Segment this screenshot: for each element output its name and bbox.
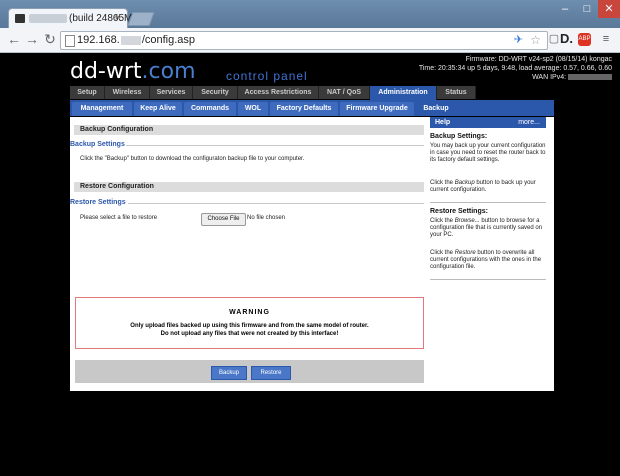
tab-title: (build 24865M [69, 13, 133, 24]
uptime: Time: 20:35:34 up 5 days, 9:48, load ave… [418, 65, 612, 72]
url-path: /config.asp [141, 34, 196, 46]
warning-title: WARNING [229, 309, 270, 316]
content-area: Backup Configuration Backup Settings Cli… [70, 117, 554, 391]
url-text: 192.168. /config.asp [77, 32, 195, 49]
address-bar[interactable]: 192.168. /config.asp ✈ ☆ [60, 31, 548, 50]
firmware-info: Firmware: DD-WRT v24-sp2 (08/15/14) kong… [419, 55, 612, 82]
extension-d-icon[interactable]: D. [560, 32, 573, 45]
help-backup-p1: You may back up your current configurati… [430, 143, 546, 163]
blurred-wan-ip [568, 74, 612, 81]
menu-icon[interactable]: ≡ [600, 33, 612, 45]
tab-setup[interactable]: Setup [70, 86, 105, 99]
control-panel-label: control panel [226, 69, 308, 83]
help-restore-title: Restore Settings: [430, 208, 488, 215]
help-emphasis: Browse... [454, 218, 480, 224]
help-header: Help more... [430, 117, 546, 128]
restore-file-label: Please select a file to restore [80, 215, 158, 221]
tab-nat-qos[interactable]: NAT / QoS [319, 86, 370, 99]
subtab-backup[interactable]: Backup [416, 102, 456, 116]
help-text: Click the [430, 218, 455, 224]
logo-text: dd-wrt [70, 59, 142, 84]
help-separator [430, 202, 546, 203]
subtab-factory-defaults[interactable]: Factory Defaults [270, 102, 338, 116]
restore-button[interactable]: Restore [251, 366, 291, 380]
bookmark-star-icon[interactable]: ☆ [530, 32, 541, 49]
tab-close-icon[interactable]: × [115, 12, 121, 24]
page-background [0, 393, 620, 476]
help-panel: Help more... Backup Settings: You may ba… [430, 117, 550, 342]
browser-toolbar: ← → ↻ 192.168. /config.asp ✈ ☆ ▢ D. ABP ≡ [0, 28, 620, 53]
tab-administration[interactable]: Administration [370, 86, 437, 100]
title-bar: (build 24865M × – □ ✕ [0, 0, 620, 29]
browser-tab[interactable]: (build 24865M × [8, 8, 132, 29]
dd-wrt-logo: dd-wrt.com [70, 59, 196, 84]
help-title: Help [435, 119, 451, 126]
help-text: Click the [430, 180, 455, 186]
page-viewport: dd-wrt.com control panel Firmware: DD-WR… [0, 53, 620, 476]
url-host: 192.168. [77, 34, 120, 46]
help-backup-p2: Click the Backup button to back up your … [430, 180, 547, 194]
backup-settings-legend: Backup Settings [70, 141, 125, 148]
browser-window: (build 24865M × – □ ✕ ← → ↻ 192.168. /con… [0, 0, 620, 476]
router-header: dd-wrt.com control panel Firmware: DD-WR… [0, 53, 620, 87]
help-more-link[interactable]: more... [518, 117, 540, 128]
restore-settings-legend: Restore Settings [70, 199, 126, 206]
tab-status[interactable]: Status [437, 86, 476, 99]
subtab-management[interactable]: Management [72, 102, 132, 116]
button-bar: Backup Restore [75, 360, 424, 383]
subtab-wol[interactable]: WOL [238, 102, 268, 116]
tab-wireless[interactable]: Wireless [105, 86, 150, 99]
logo-suffix: .com [141, 59, 196, 84]
help-separator [430, 279, 546, 280]
restore-section-title: Restore Configuration [74, 182, 424, 192]
blurred-tab-text [29, 14, 67, 23]
help-text: Click the [430, 250, 455, 256]
bookmark-icon[interactable]: ▢ [548, 33, 560, 45]
help-emphasis: Restore [454, 250, 476, 256]
warning-box: WARNING Only upload files backed up usin… [75, 297, 424, 349]
warning-line-2: Do not upload any files that were not cr… [160, 331, 339, 337]
tab-security[interactable]: Security [193, 86, 238, 99]
subtab-keep-alive[interactable]: Keep Alive [134, 102, 182, 116]
window-close-button[interactable]: ✕ [598, 0, 620, 18]
tab-access-restrictions[interactable]: Access Restrictions [238, 86, 319, 99]
backup-section-title: Backup Configuration [74, 125, 424, 135]
choose-file-button[interactable]: Choose File [201, 213, 246, 226]
sub-tabs: Management Keep Alive Commands WOL Facto… [70, 100, 554, 116]
window-minimize-button[interactable]: – [554, 0, 576, 18]
forward-arrow-icon[interactable]: → [24, 31, 40, 47]
help-restore-p1: Click the Browse... button to browse for… [430, 218, 547, 239]
wan-ip-label: WAN IPv4: [532, 74, 567, 81]
warning-line-1: Only upload files backed up using this f… [130, 323, 369, 329]
window-maximize-button[interactable]: □ [576, 0, 598, 18]
backup-button[interactable]: Backup [211, 366, 247, 380]
no-file-chosen-text: No file chosen [247, 215, 286, 221]
help-emphasis: Backup [454, 180, 475, 186]
tab-services[interactable]: Services [150, 86, 193, 99]
back-arrow-icon[interactable]: ← [6, 31, 22, 47]
firmware-version: Firmware: DD-WRT v24-sp2 (08/15/14) kong… [465, 56, 612, 63]
adblock-icon[interactable]: ABP [578, 33, 591, 46]
backup-description: Click the "Backup" button to download th… [80, 156, 305, 162]
subtab-firmware-upgrade[interactable]: Firmware Upgrade [340, 102, 414, 116]
new-tab-button[interactable] [127, 12, 155, 26]
blurred-url-segment [120, 35, 141, 45]
restore-legend-line [128, 203, 424, 204]
subtab-commands[interactable]: Commands [184, 102, 236, 116]
reload-icon[interactable]: ↻ [42, 31, 58, 48]
translate-icon[interactable]: ✈ [514, 32, 523, 49]
help-backup-title: Backup Settings: [430, 133, 488, 140]
help-restore-p2: Click the Restore button to overwrite al… [430, 250, 547, 271]
backup-legend-line [126, 145, 424, 146]
page-icon [65, 35, 75, 47]
router-favicon-icon [15, 14, 25, 23]
